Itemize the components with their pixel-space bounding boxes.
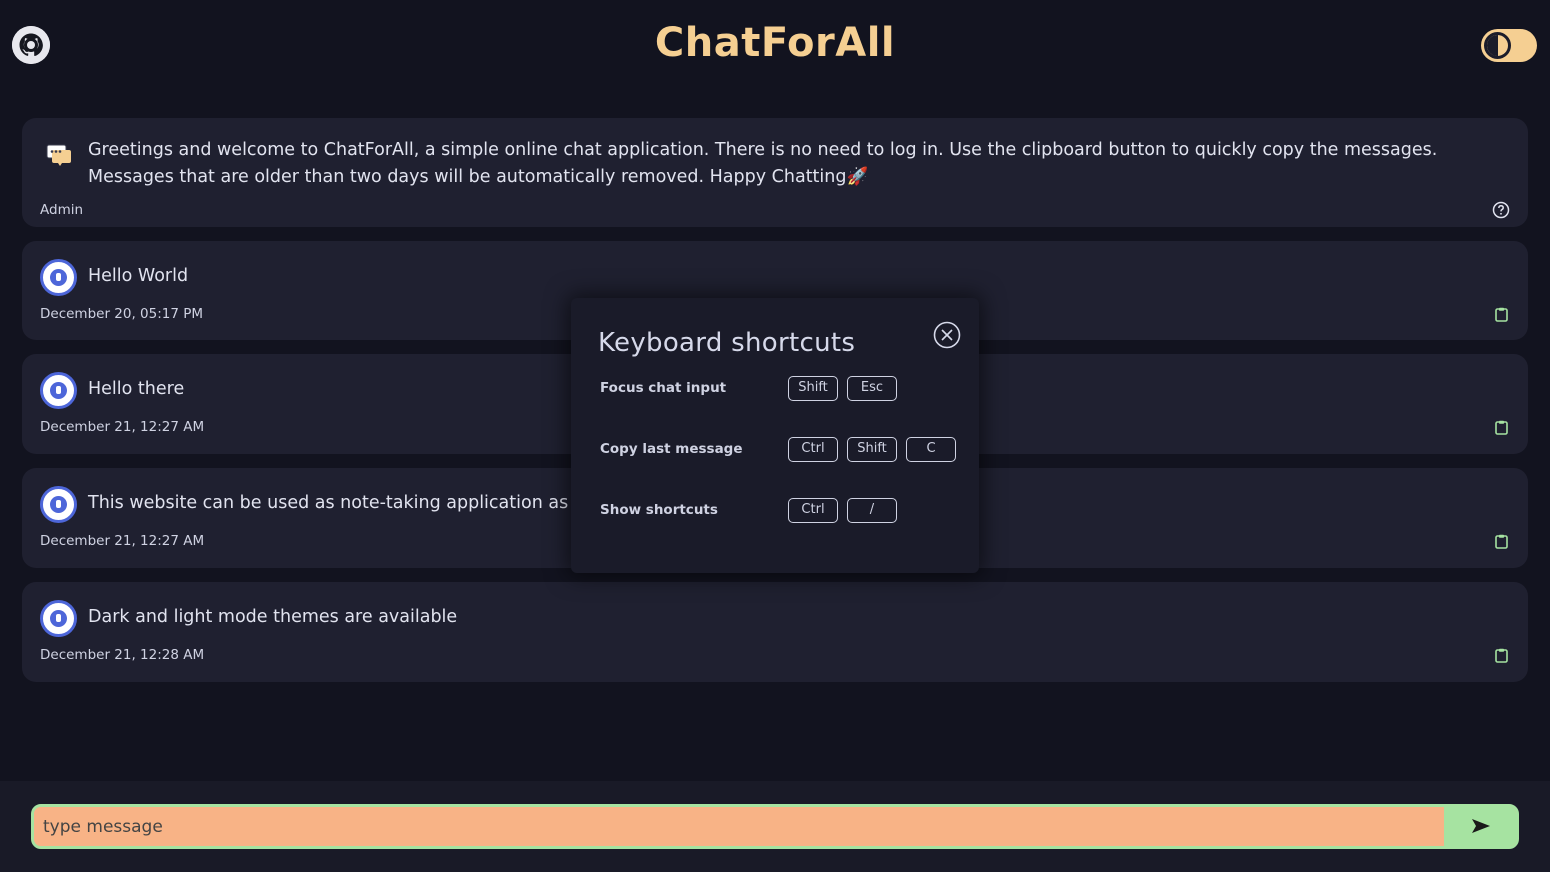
clipboard-icon[interactable] bbox=[1495, 648, 1508, 663]
key-cap: Ctrl bbox=[788, 437, 838, 462]
shortcut-row: Show shortcuts Ctrl / bbox=[600, 498, 960, 524]
send-button[interactable] bbox=[1444, 807, 1516, 846]
shortcut-label: Show shortcuts bbox=[600, 502, 718, 518]
key-cap: / bbox=[847, 498, 897, 523]
welcome-text: Greetings and welcome to ChatForAll, a s… bbox=[88, 140, 1438, 187]
message-card: Dark and light mode themes are available… bbox=[22, 582, 1528, 682]
clipboard-icon[interactable] bbox=[1495, 420, 1508, 435]
key-cap: Shift bbox=[847, 437, 897, 462]
header: ChatForAll bbox=[0, 0, 1550, 92]
shortcut-row: Copy last message Ctrl Shift C bbox=[600, 437, 960, 463]
avatar bbox=[40, 600, 77, 637]
message-text: Hello there bbox=[88, 379, 185, 399]
app-title: ChatForAll bbox=[654, 20, 896, 66]
message-text: This website can be used as note-taking … bbox=[88, 493, 585, 513]
key-cap: C bbox=[906, 437, 956, 462]
message-time: December 21, 12:28 AM bbox=[40, 647, 205, 663]
composer-bar bbox=[0, 781, 1550, 872]
message-time: December 21, 12:27 AM bbox=[40, 533, 205, 549]
send-icon bbox=[1472, 819, 1490, 833]
close-icon[interactable] bbox=[933, 321, 961, 349]
theme-toggle-knob bbox=[1484, 32, 1511, 59]
chat-bubble-icon bbox=[46, 144, 71, 166]
message-input[interactable] bbox=[34, 807, 1444, 846]
clipboard-icon[interactable] bbox=[1495, 534, 1508, 549]
shortcut-row: Focus chat input Shift Esc bbox=[600, 376, 960, 402]
message-time: December 20, 05:17 PM bbox=[40, 306, 204, 322]
shortcuts-modal: Keyboard shortcuts Focus chat input Shif… bbox=[571, 298, 979, 573]
message-text: Hello World bbox=[88, 266, 189, 286]
theme-toggle[interactable] bbox=[1481, 29, 1537, 62]
key-cap: Esc bbox=[847, 376, 897, 401]
avatar bbox=[40, 259, 77, 296]
message-time: December 21, 12:27 AM bbox=[40, 419, 205, 435]
key-cap: Ctrl bbox=[788, 498, 838, 523]
clipboard-icon[interactable] bbox=[1495, 307, 1508, 322]
shortcut-label: Focus chat input bbox=[600, 380, 727, 396]
help-icon[interactable] bbox=[1492, 201, 1510, 219]
welcome-card: Greetings and welcome to ChatForAll, a s… bbox=[22, 118, 1528, 227]
shortcut-label: Copy last message bbox=[600, 441, 743, 457]
avatar bbox=[40, 486, 77, 523]
key-cap: Shift bbox=[788, 376, 838, 401]
message-composer bbox=[31, 804, 1519, 849]
welcome-author: Admin bbox=[40, 202, 84, 218]
shortcuts-title: Keyboard shortcuts bbox=[598, 328, 856, 358]
avatar bbox=[40, 372, 77, 409]
message-text: Dark and light mode themes are available bbox=[88, 607, 458, 627]
